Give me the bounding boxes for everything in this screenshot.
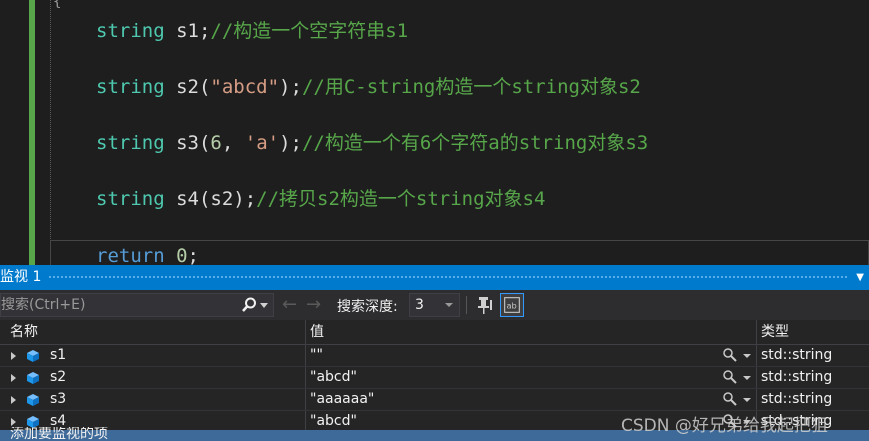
watch-value[interactable]: "" [310,345,323,366]
code-editor[interactable]: { string s1;//构造一个空字符串s1 string s2("abcd… [0,0,869,265]
magnifier-icon[interactable] [722,369,738,385]
type-keyword: string [96,20,165,42]
variable-cube-icon [27,350,39,362]
search-options-dropdown-icon[interactable] [260,303,268,308]
declaration: s4(s2) [164,188,245,210]
variable-cube-icon [27,372,39,384]
visualizer-dropdown-icon[interactable] [743,354,751,358]
watch-name: s2 [50,369,67,385]
search-previous-arrow-icon[interactable]: ← [282,294,297,315]
punctuation: ; [198,20,211,42]
watch-toolbar: ← → 搜索深度: 3 ab [0,290,869,320]
expand-arrow-icon[interactable] [11,352,16,360]
number-literal: 0 [176,245,188,265]
expand-arrow-icon[interactable] [11,374,16,382]
type-keyword: string [96,76,165,98]
toolbar-separator [466,296,467,314]
visualizer-dropdown-icon[interactable] [743,376,751,380]
search-icon[interactable] [240,296,258,314]
magnifier-icon[interactable] [722,391,738,407]
expand-arrow-icon[interactable] [11,418,16,426]
watch-value[interactable]: "abcd" [310,411,357,432]
change-indicator-bar [29,0,35,265]
search-box [0,293,274,317]
search-next-arrow-icon[interactable]: → [306,294,321,315]
punctuation: ); [279,132,302,154]
watch-row-s2[interactable]: s2 "abcd" std::string [0,367,869,389]
punctuation: ; [244,188,257,210]
hex-display-toggle-icon[interactable]: ab [500,293,524,317]
magnifier-icon[interactable] [722,347,738,363]
comment: //构造一个有6个字符a的string对象s3 [301,132,649,154]
svg-text:ab: ab [507,301,517,311]
code-line-return[interactable]: return 0; [96,244,199,265]
add-watch-item-text[interactable]: 添加要监视的项 [10,427,108,441]
pin-icon[interactable] [474,294,496,316]
watch-row-s3[interactable]: s3 "aaaaaa" std::string [0,389,869,411]
search-depth-select[interactable]: 3 [409,293,460,317]
declaration: s1 [164,20,199,42]
code-line-1[interactable]: string s1;//构造一个空字符串s1 [96,19,408,43]
watch-name: s3 [50,391,67,407]
comment: //构造一个空字符串s1 [210,20,409,42]
watch-name: s1 [50,347,67,363]
code-line-4[interactable]: string s4(s2);//拷贝s2构造一个string对象s4 [96,187,545,211]
type-keyword: string [96,132,165,154]
open-brace: { [53,0,62,10]
comment: //用C-string构造一个string对象s2 [301,76,641,98]
watch-panel: 监视 1 ▼ ← → 搜索深度: 3 ab [0,265,869,441]
search-depth-value: 3 [415,297,424,313]
punctuation: ); [279,76,302,98]
chevron-down-icon [445,303,453,307]
type-keyword: string [96,188,165,210]
separator: , [221,132,245,154]
fold-guide-line [50,0,52,265]
code-line-2[interactable]: string s2("abcd");//用C-string构造一个string对… [96,75,641,99]
variable-cube-icon [27,394,39,406]
expand-arrow-icon[interactable] [11,396,16,404]
watch-grid-header: 名称 值 类型 [0,320,869,345]
search-depth-label: 搜索深度: [337,299,398,315]
code-line-3[interactable]: string s3(6, 'a');//构造一个有6个字符a的string对象s… [96,131,648,155]
watch-type: std::string [761,369,833,385]
return-keyword: return [96,245,165,265]
window-menu-icon[interactable]: ▼ [856,265,864,290]
string-literal: "abcd" [210,76,280,98]
watch-type: std::string [761,391,833,407]
watch-value[interactable]: "aaaaaa" [310,389,374,410]
number-literal: 6 [210,132,222,154]
watch-titlebar[interactable]: 监视 1 ▼ [0,265,869,290]
column-header-type[interactable]: 类型 [761,320,789,344]
comment: //拷贝s2构造一个string对象s4 [256,188,546,210]
watch-type: std::string [761,347,833,363]
watermark-text: CSDN @好兄弟给我起把狙 [621,416,828,436]
column-header-value[interactable]: 值 [310,320,324,344]
declaration: s2( [164,76,211,98]
visualizer-dropdown-icon[interactable] [743,398,751,402]
char-literal: 'a' [244,132,280,154]
watch-title: 监视 1 [0,269,42,285]
editor-gutter [0,0,44,265]
watch-row-s1[interactable]: s1 "" std::string [0,345,869,367]
declaration: s3( [164,132,211,154]
titlebar-grip [48,275,849,280]
column-header-name[interactable]: 名称 [10,320,38,344]
watch-value[interactable]: "abcd" [310,367,357,388]
search-input[interactable] [1,294,231,316]
punctuation: ; [187,245,199,265]
